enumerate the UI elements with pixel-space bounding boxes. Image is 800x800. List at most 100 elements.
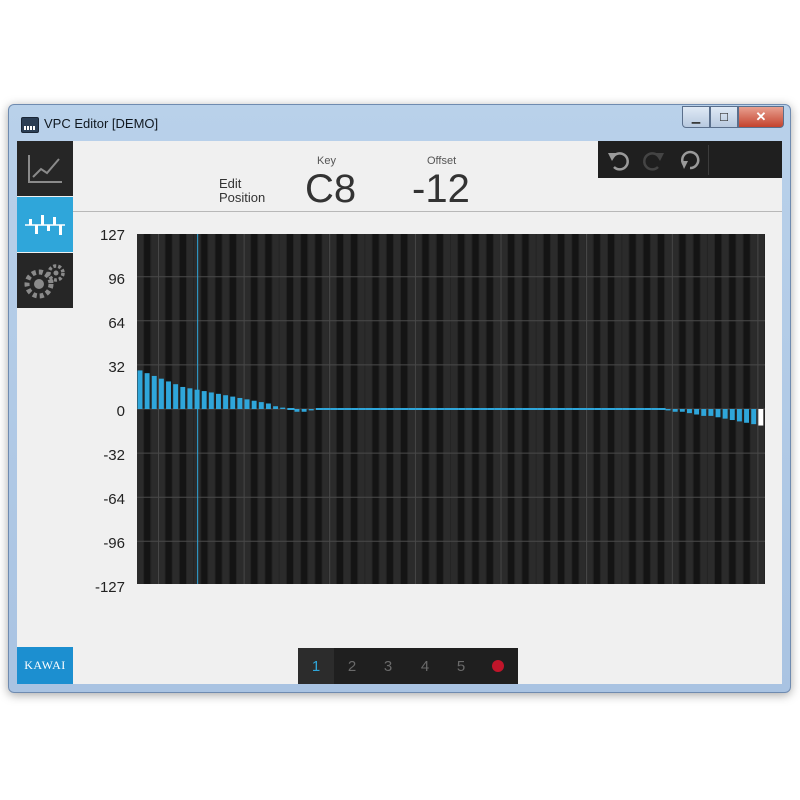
data-bar <box>223 395 229 409</box>
data-bar <box>422 408 431 410</box>
y-tick-label: 0 <box>116 403 125 420</box>
data-bar <box>522 408 530 410</box>
data-bar <box>273 406 279 409</box>
record-button[interactable] <box>480 648 516 684</box>
data-bar <box>194 389 200 409</box>
minimize-button[interactable]: ▁ <box>682 106 710 128</box>
data-bar <box>216 393 221 409</box>
header-divider <box>73 211 782 212</box>
maximize-button[interactable]: ☐ <box>710 106 738 128</box>
data-bar <box>251 400 257 409</box>
offset-value: -12 <box>412 167 470 211</box>
data-bar <box>451 408 459 410</box>
data-bar <box>265 403 271 409</box>
data-bar <box>665 409 671 411</box>
data-bar <box>608 408 616 410</box>
data-bar <box>601 408 609 410</box>
data-bar <box>615 408 623 410</box>
data-bar <box>694 409 700 415</box>
data-bar <box>415 408 423 410</box>
data-bar <box>294 409 300 412</box>
page-selector: 1 2 3 4 5 <box>298 648 518 684</box>
data-bar <box>651 408 659 410</box>
data-bar <box>587 408 595 410</box>
close-button[interactable]: ✕ <box>738 106 784 128</box>
toolbar-separator <box>708 145 709 175</box>
data-bar <box>301 409 307 412</box>
data-bar <box>708 409 714 416</box>
data-bar <box>244 399 250 409</box>
sidebar-item-graph[interactable] <box>17 141 73 196</box>
key-value: C8 <box>305 167 357 211</box>
data-bar <box>394 408 402 410</box>
kawai-logo: KAWAI <box>17 647 73 684</box>
sidebar-item-voicing[interactable] <box>17 197 73 252</box>
edit-position-label: Edit Position <box>219 176 266 205</box>
data-bar <box>565 408 573 410</box>
sidebar-item-settings[interactable] <box>17 253 73 308</box>
data-bar <box>579 408 588 410</box>
page-button-3[interactable]: 3 <box>370 648 406 684</box>
undo-button[interactable] <box>600 141 636 178</box>
offset-label: Offset <box>427 155 457 167</box>
data-bar <box>472 408 481 410</box>
data-bar <box>351 408 359 410</box>
data-bar <box>672 409 678 412</box>
line-graph-icon <box>28 154 62 183</box>
data-bar <box>344 408 352 410</box>
y-tick-label: -96 <box>103 535 125 552</box>
data-bar <box>558 408 566 410</box>
sidebar: KAWAI <box>17 141 73 684</box>
data-bar <box>315 408 324 410</box>
reset-icon <box>681 150 700 169</box>
app-icon <box>21 117 39 133</box>
reset-button[interactable] <box>672 141 708 178</box>
data-bar <box>387 408 395 410</box>
key-label: Key <box>317 155 336 167</box>
data-bar <box>751 409 757 425</box>
y-tick-label: -127 <box>94 579 125 596</box>
undo-icon <box>608 151 629 171</box>
data-bar <box>151 375 157 409</box>
data-bar <box>758 409 764 426</box>
data-bar <box>594 408 602 410</box>
voicing-bars-icon <box>25 214 65 235</box>
data-bar <box>187 388 193 409</box>
data-bar <box>551 408 559 410</box>
data-bar <box>722 409 728 419</box>
close-icon: ✕ <box>755 109 767 124</box>
data-bar <box>629 408 638 410</box>
data-bar <box>323 408 331 410</box>
data-bar <box>729 409 735 421</box>
data-bar <box>408 408 416 410</box>
data-bar <box>622 408 630 410</box>
maximize-icon: ☐ <box>719 111 729 124</box>
voicing-chart[interactable] <box>137 234 765 584</box>
page-button-4[interactable]: 4 <box>407 648 443 684</box>
data-bar <box>330 408 338 410</box>
edit-toolbar <box>598 141 782 178</box>
data-bar <box>308 409 314 411</box>
y-tick-label: -64 <box>103 491 125 508</box>
page-button-5[interactable]: 5 <box>443 648 479 684</box>
data-bar <box>373 408 381 410</box>
page-button-1[interactable]: 1 <box>298 648 334 684</box>
data-bar <box>644 408 652 410</box>
data-bar <box>458 408 466 410</box>
window-controls: ▁ ☐ ✕ <box>682 106 784 128</box>
data-bar <box>166 381 171 409</box>
data-bar <box>180 386 186 409</box>
data-bar <box>736 409 742 422</box>
data-bar <box>430 408 438 410</box>
record-icon <box>492 660 504 672</box>
app-content: KAWAI Key Offset Edit Position C8 -12 12… <box>17 141 782 684</box>
page-button-2[interactable]: 2 <box>334 648 370 684</box>
data-bar <box>137 370 143 409</box>
y-tick-label: -32 <box>103 447 125 464</box>
redo-button[interactable] <box>636 141 672 178</box>
redo-icon <box>643 151 664 171</box>
data-bar <box>572 408 580 410</box>
data-bar <box>280 407 286 409</box>
title-bar[interactable]: VPC Editor [DEMO] ▁ ☐ ✕ <box>9 105 790 141</box>
data-bar <box>287 408 295 410</box>
